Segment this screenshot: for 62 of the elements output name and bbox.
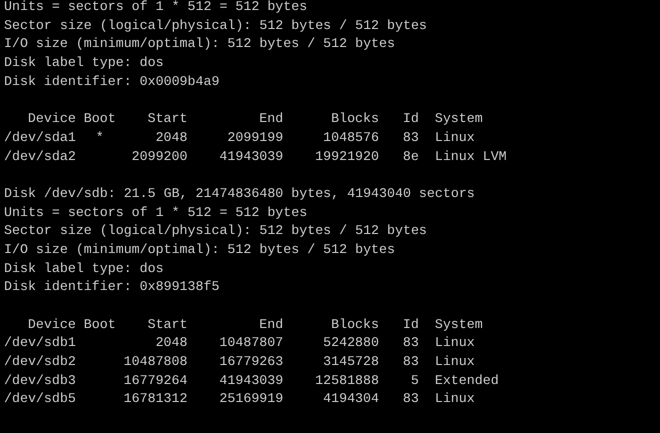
- table-cell: 2048: [156, 130, 188, 145]
- column-header: Device: [26, 316, 76, 334]
- table-cell: 19921920: [315, 148, 379, 164]
- table-cell: 25169919: [219, 391, 284, 406]
- column-header: Blocks: [330, 110, 379, 128]
- column-header: System: [434, 110, 483, 128]
- terminal-line: I/O size (minimum/optimal): 512 bytes / 512 bytes: [4, 36, 395, 52]
- table-cell: 8e: [402, 148, 419, 164]
- column-header: Start: [146, 110, 188, 128]
- table-cell: Linux: [434, 335, 475, 350]
- table-cell: 16779263: [219, 354, 284, 370]
- table-cell: /dev/sdb5: [4, 391, 76, 406]
- table-cell: *: [96, 130, 104, 145]
- table-cell: Linux: [434, 354, 475, 370]
- table-cell: 41943039: [219, 148, 284, 164]
- table-cell: 3145728: [323, 354, 379, 370]
- table-cell: 2099199: [227, 130, 284, 145]
- column-header: Boot: [84, 110, 116, 128]
- table-cell: /dev/sdb1: [4, 335, 76, 350]
- table-cell: 12581888: [315, 372, 379, 388]
- table-cell: 1048576: [323, 130, 379, 145]
- table-cell: Linux: [434, 391, 475, 406]
- terminal-line: Disk identifier: 0x899138f5: [4, 279, 220, 294]
- terminal-line: Units = sectors of 1 * 512 = 512 bytes: [4, 0, 308, 14]
- table-cell: /dev/sda1: [4, 130, 76, 145]
- table-cell: 83: [402, 130, 419, 145]
- table-cell: 83: [402, 354, 419, 370]
- table-cell: 83: [402, 391, 419, 406]
- terminal-line: Disk identifier: 0x0009b4a9: [4, 74, 220, 89]
- table-cell: /dev/sdb2: [4, 354, 76, 370]
- table-cell: 10487807: [219, 335, 284, 350]
- terminal-line: Sector size (logical/physical): 512 bytes / 512 bytes: [4, 223, 427, 238]
- column-header: Id: [402, 316, 419, 334]
- terminal-line: Disk label type: dos: [4, 55, 164, 70]
- table-cell: /dev/sdb3: [4, 372, 76, 388]
- table-cell: Linux LVM: [434, 148, 507, 164]
- table-cell: 10487808: [124, 354, 188, 370]
- terminal-line: I/O size (minimum/optimal): 512 bytes / 512 bytes: [4, 242, 395, 257]
- terminal-line: Sector size (logical/physical): 512 bytes / 512 bytes: [4, 18, 427, 33]
- column-header: End: [258, 316, 284, 334]
- table-cell: 4194304: [323, 391, 379, 406]
- table-cell: Linux: [434, 130, 475, 145]
- column-header: Boot: [84, 316, 116, 334]
- table-cell: 16779264: [124, 372, 188, 388]
- column-header: End: [258, 110, 284, 128]
- table-cell: Extended: [434, 372, 499, 388]
- table-cell: 2048: [156, 335, 188, 350]
- column-header: Start: [146, 316, 188, 334]
- table-cell: 5242880: [323, 335, 379, 350]
- table-cell: 83: [402, 335, 419, 350]
- table-cell: 41943039: [219, 372, 284, 388]
- table-cell: 5: [410, 372, 419, 388]
- column-header: Id: [402, 110, 419, 128]
- terminal-line: Units = sectors of 1 * 512 = 512 bytes: [4, 204, 308, 220]
- column-header: System: [434, 316, 483, 334]
- column-header: Device: [26, 110, 76, 128]
- table-cell: 16781312: [124, 391, 188, 406]
- column-header: Blocks: [330, 316, 379, 334]
- terminal-line: Disk /dev/sdb: 21.5 GB, 21474836480 bytes, 41943040 sectors: [4, 186, 475, 201]
- table-cell: /dev/sda2: [4, 148, 76, 164]
- table-cell: 2099200: [132, 148, 188, 164]
- terminal-line: Disk label type: dos: [4, 260, 164, 276]
